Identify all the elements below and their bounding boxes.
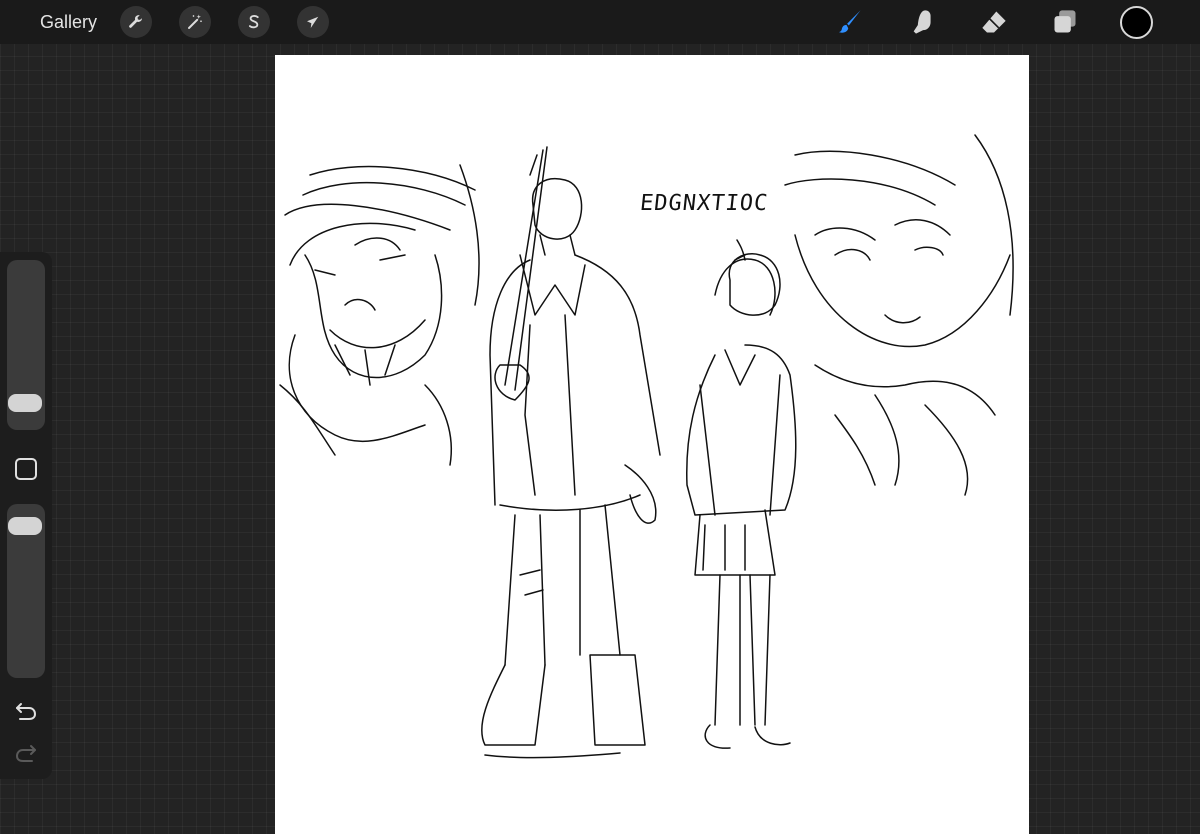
smudge-finger-icon: [913, 10, 931, 34]
magic-wand-icon: [188, 14, 202, 29]
brush-tool-button[interactable]: [834, 6, 866, 38]
layers-icon: [1054, 10, 1076, 33]
sketch-drawing: [279, 134, 1014, 759]
transform-button[interactable]: [297, 6, 329, 38]
actions-button[interactable]: [120, 6, 152, 38]
redo-icon: [15, 745, 36, 762]
eraser-tool-button[interactable]: [978, 6, 1010, 38]
eraser-icon: [982, 11, 1006, 33]
transform-arrow-icon: [307, 16, 319, 28]
layers-tool-button[interactable]: [1049, 6, 1081, 38]
undo-icon: [16, 703, 37, 720]
wrench-icon: [129, 15, 142, 28]
color-picker-button[interactable]: [1120, 6, 1153, 39]
selection-s-icon: [248, 15, 259, 29]
opacity-thumb[interactable]: [8, 516, 42, 535]
sketch-girl-face: [784, 134, 1014, 496]
sketch-girl: [685, 239, 797, 749]
selection-button[interactable]: [238, 6, 270, 38]
sketch-tall-man: [481, 146, 661, 759]
undo-button[interactable]: [13, 700, 39, 722]
sketch-bearded-face: [279, 164, 480, 466]
modify-square-icon[interactable]: [15, 458, 37, 480]
brush-size-thumb[interactable]: [8, 394, 42, 413]
adjustments-button[interactable]: [179, 6, 211, 38]
brush-icon: [838, 10, 861, 33]
top-toolbar: Gallery: [0, 0, 1200, 44]
gallery-button[interactable]: Gallery: [40, 11, 97, 33]
left-sidebar: [0, 252, 52, 779]
redo-button[interactable]: [13, 742, 39, 764]
drawing-canvas[interactable]: EDGNXTIOC: [275, 55, 1029, 834]
smudge-tool-button[interactable]: [907, 6, 939, 38]
sketch-handwritten-text: EDGNXTIOC: [638, 191, 770, 216]
